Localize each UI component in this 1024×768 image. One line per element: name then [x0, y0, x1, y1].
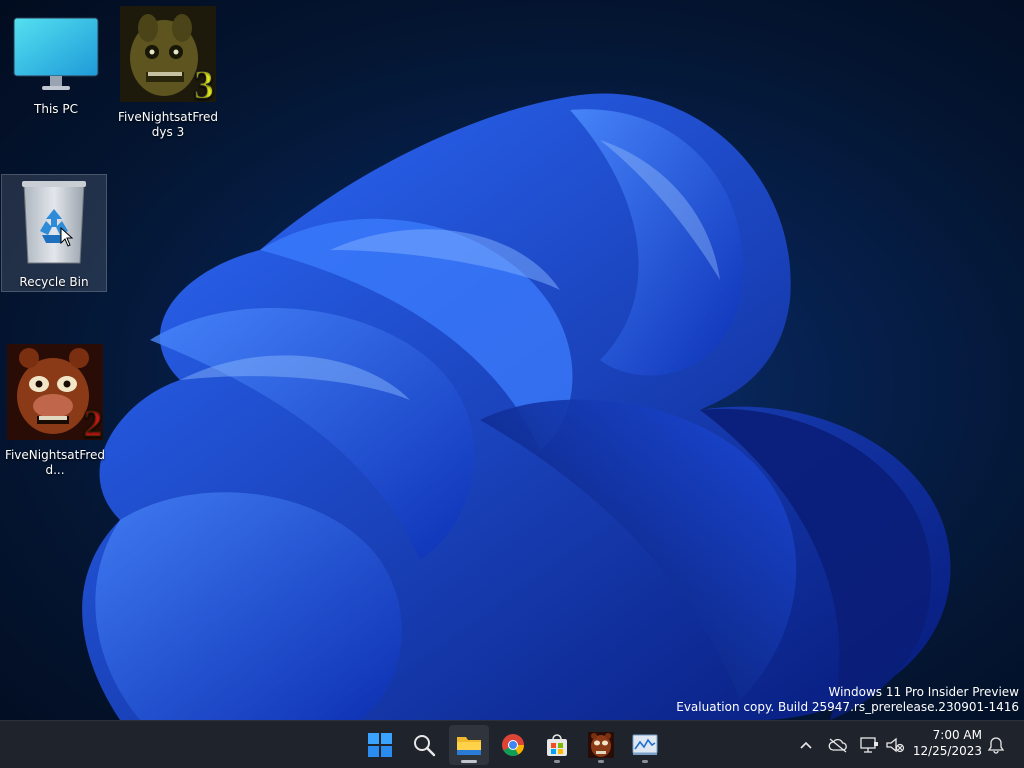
chevron-up-icon	[800, 741, 812, 749]
show-hidden-icons-button[interactable]	[795, 733, 817, 757]
recycle-bin-icon	[22, 181, 86, 264]
microsoft-store-icon	[547, 734, 567, 756]
taskbar-microsoft-store[interactable]	[537, 725, 577, 765]
desktop-icon-this-pc[interactable]: This PC	[4, 8, 108, 117]
fnaf-icon	[588, 732, 614, 758]
mouse-cursor	[60, 227, 74, 247]
monitor-icon	[13, 17, 99, 90]
clock-time: 7:00 AM	[932, 728, 982, 742]
taskbar	[0, 720, 1024, 768]
windows-watermark: Windows 11 Pro Insider Preview Evaluatio…	[676, 685, 1019, 715]
monitor-app-icon	[632, 734, 658, 755]
watermark-build: Evaluation copy. Build 25947.rs_prerelea…	[676, 700, 1019, 714]
desktop-icon-recycle-bin[interactable]: Recycle Bin	[1, 174, 107, 292]
desktop-icon-label: Recycle Bin	[19, 275, 89, 289]
clock-date: 12/25/2023	[912, 744, 982, 758]
fnaf2-badge: 2	[84, 403, 103, 440]
onedrive-icon	[828, 738, 847, 753]
running-indicator	[554, 760, 560, 763]
chrome-icon	[502, 734, 524, 756]
watermark-edition: Windows 11 Pro Insider Preview	[828, 685, 1019, 699]
file-explorer-icon	[457, 737, 481, 755]
fnaf2-game-icon: 2	[7, 344, 103, 446]
search-button[interactable]	[404, 725, 444, 765]
network-icon	[860, 737, 878, 753]
taskbar-chrome[interactable]	[493, 725, 533, 765]
desktop-icon-fnaf2[interactable]: 2 FiveNightsatFredd...	[3, 344, 107, 478]
network-tray[interactable]	[858, 733, 880, 757]
running-indicator	[461, 760, 477, 763]
running-indicator	[642, 760, 648, 763]
volume-tray[interactable]	[884, 733, 906, 757]
notification-bell-icon	[987, 737, 1005, 754]
taskbar-fnaf[interactable]	[581, 725, 621, 765]
desktop-icon-label: FiveNightsatFreddys 3	[117, 110, 219, 139]
taskbar-clock[interactable]: 7:00 AM 12/25/2023	[912, 727, 982, 759]
start-button[interactable]	[360, 725, 400, 765]
fnaf3-game-icon: 3	[120, 6, 216, 108]
running-indicator	[598, 760, 604, 763]
desktop-icon-fnaf3[interactable]: 3 FiveNightsatFreddys 3	[116, 6, 220, 140]
taskbar-monitor-app[interactable]	[625, 725, 665, 765]
onedrive-tray[interactable]	[827, 733, 849, 757]
volume-muted-icon	[886, 737, 905, 753]
search-icon	[414, 735, 436, 757]
desktop-icon-label: This PC	[34, 102, 78, 116]
taskbar-file-explorer[interactable]	[449, 725, 489, 765]
desktop-icon-label: FiveNightsatFredd...	[4, 448, 106, 477]
start-icon	[368, 733, 392, 757]
fnaf3-badge: 3	[194, 62, 214, 102]
notifications-button[interactable]	[985, 733, 1007, 757]
